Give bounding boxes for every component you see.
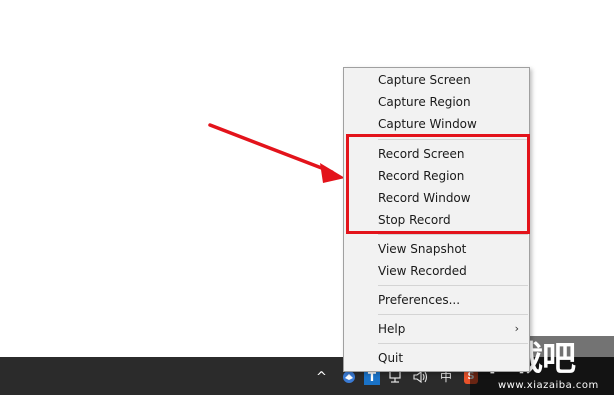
menu-item-help[interactable]: Help › bbox=[344, 318, 529, 340]
chevron-right-icon: › bbox=[514, 322, 519, 335]
tray-expand-icon[interactable]: ^ bbox=[316, 371, 327, 384]
menu-item-view-snapshot[interactable]: View Snapshot bbox=[344, 238, 529, 260]
menu-separator bbox=[378, 285, 528, 286]
menu-item-help-label: Help bbox=[378, 322, 406, 336]
menu-item-preferences[interactable]: Preferences... bbox=[344, 289, 529, 311]
menu-item-capture-window[interactable]: Capture Window bbox=[344, 113, 529, 135]
watermark-url-text: www.xiazaiba.com bbox=[498, 380, 599, 391]
menu-item-quit[interactable]: Quit bbox=[344, 347, 529, 369]
menu-item-capture-screen[interactable]: Capture Screen bbox=[344, 69, 529, 91]
menu-item-view-recorded[interactable]: View Recorded bbox=[344, 260, 529, 282]
menu-separator bbox=[378, 314, 528, 315]
menu-separator bbox=[378, 343, 528, 344]
menu-item-capture-region[interactable]: Capture Region bbox=[344, 91, 529, 113]
menu-separator bbox=[378, 234, 528, 235]
annotation-highlight-box bbox=[346, 134, 530, 234]
